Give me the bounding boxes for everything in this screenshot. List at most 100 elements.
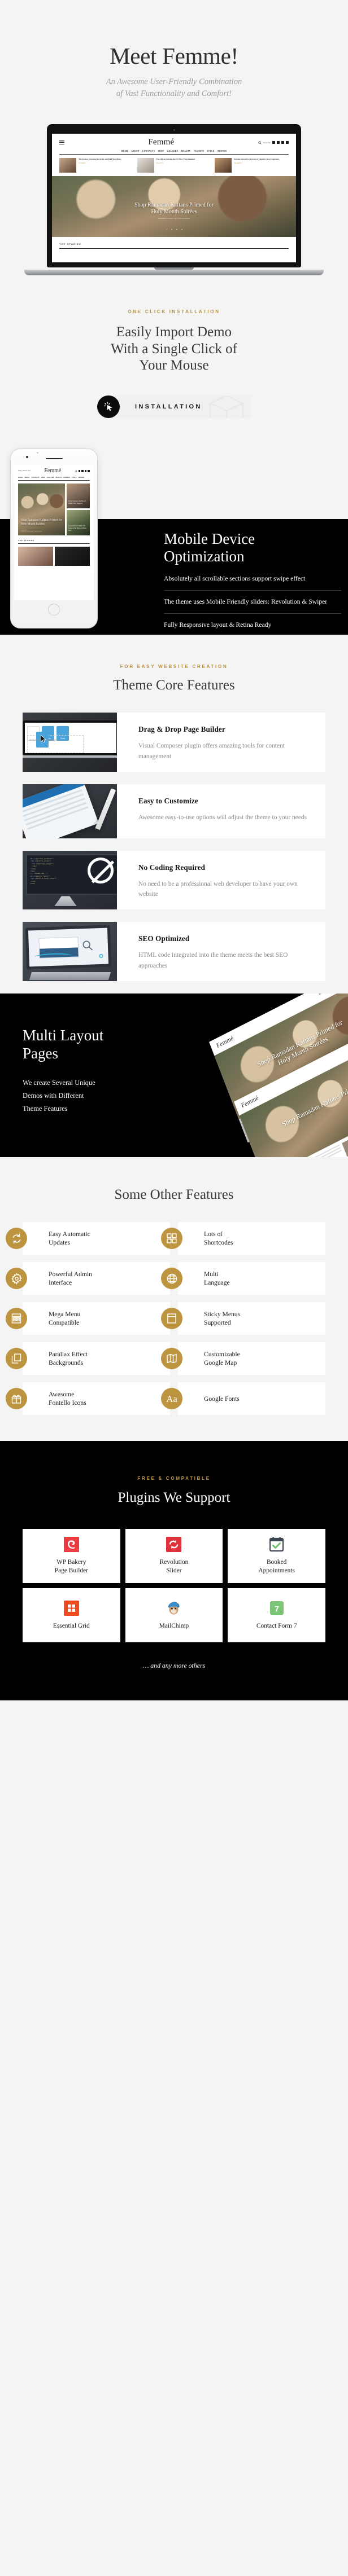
multi-layout-copy: Multi Layout Pages We create Several Uni… <box>23 1026 153 1115</box>
nav-item[interactable]: STYLE <box>207 150 215 152</box>
feature-awesome-fontello-icons[interactable]: Awesome Fontello Icons <box>6 1382 170 1416</box>
plugin-mailchimp[interactable]: MailChimp <box>125 1588 223 1642</box>
plugin-revolution-slider[interactable]: Revolution Slider <box>125 1528 223 1583</box>
phone-hero-card[interactable]: Shop Ramadan Kaftans Primed for Holy Mon… <box>18 483 65 536</box>
nav-item[interactable]: HOME <box>18 477 23 478</box>
search-icon <box>75 470 77 472</box>
plugins-eyebrow: FREE & COMPATIBLE <box>137 1476 211 1482</box>
gear-icon <box>6 1268 27 1290</box>
grid-blocks-icon <box>161 1228 182 1250</box>
slider-dot[interactable] <box>171 229 172 231</box>
installation-button[interactable]: INSTALLATION <box>97 395 251 418</box>
divider <box>59 248 289 249</box>
social-pinterest-icon[interactable] <box>88 470 90 472</box>
nav-item[interactable]: BEAUTY <box>181 150 191 152</box>
multi-text-line-3: Theme Features <box>23 1104 68 1113</box>
nav-item[interactable]: FASHION <box>63 477 70 478</box>
core-feature-text: Visual Composer plugin offers amazing to… <box>138 742 285 760</box>
social-twitter-icon[interactable] <box>277 141 280 144</box>
feature-label: Mega Menu <box>49 1310 81 1318</box>
nav-item[interactable]: BEAUTY <box>56 477 62 478</box>
installation-title-line-1: Easily Import Demo <box>116 324 232 340</box>
plugins-title: Plugins We Support <box>118 1490 230 1506</box>
phone-side-card[interactable]: Kristen Stewart is the Face of Chanel's … <box>66 483 90 509</box>
slider-dot[interactable] <box>176 229 177 231</box>
social-instagram-icon[interactable] <box>281 141 284 144</box>
mockup-featured-cards: The Anti-ox Dressing the Artist and Bold… <box>52 155 296 176</box>
side-card-title: An Anti-Pollution Mask with Botanical Sp… <box>68 525 86 531</box>
social-instagram-icon[interactable] <box>84 470 87 472</box>
social-twitter-icon[interactable] <box>81 470 84 472</box>
core-feature-card[interactable]: SEO Optimized HTML code integrated into … <box>23 922 325 981</box>
slider-dot[interactable] <box>166 229 167 231</box>
core-feature-card[interactable]: Forms Posts Drag here to add widgets Dra… <box>23 713 325 772</box>
nav-item[interactable]: STYLE <box>72 477 77 478</box>
phone-side-card[interactable]: An Anti-Pollution Mask with Botanical Sp… <box>66 510 90 536</box>
slider-meta: FASHION 2 hours ago Victoria Owen <box>158 217 190 220</box>
landing-page: Meet Femme! An Awesome User-Friendly Com… <box>0 0 348 1700</box>
featured-card[interactable]: The 101 on Nursing the 70s Way Than Summ… <box>137 158 211 173</box>
multi-layout-text: We create Several Unique Demos with Diff… <box>23 1076 153 1115</box>
phone-home-button[interactable] <box>48 604 60 616</box>
hamburger-menu-icon[interactable] <box>59 140 64 146</box>
contact-form-7-icon: 7 <box>269 1601 284 1616</box>
feature-label: Supported <box>204 1319 231 1327</box>
core-feature-card[interactable]: Easy to Customize Awesome easy-to-use op… <box>23 784 325 838</box>
plugin-wp-bakery-page-builder[interactable]: WP Bakery Page Builder <box>23 1528 120 1583</box>
imac-code-thumb: <div class="col_container"> <div class="… <box>23 850 117 910</box>
nav-item[interactable]: CONTACTS <box>31 477 39 478</box>
mega-menu-icon <box>6 1308 27 1330</box>
nav-item[interactable]: TRENDS <box>78 477 84 478</box>
hero-subtitle: An Awesome User-Friendly Combination of … <box>0 76 348 99</box>
nav-item[interactable]: GALLERY <box>47 477 54 478</box>
plugin-essential-grid[interactable]: Essential Grid <box>23 1588 120 1642</box>
card-thumbnail <box>137 158 154 173</box>
nav-item[interactable]: FASHION <box>194 150 205 152</box>
feature-easy-automatic-updates[interactable]: Easy Automatic Updates <box>6 1222 170 1255</box>
core-eyebrow: FOR EASY WEBSITE CREATION <box>120 663 228 669</box>
feature-parallax-effect-backgrounds[interactable]: Parallax Effect Backgrounds <box>6 1342 170 1375</box>
svg-text:7: 7 <box>275 1604 279 1613</box>
multi-layout-title: Multi Layout Pages <box>23 1026 153 1063</box>
nav-item[interactable]: ABOUT <box>131 150 140 152</box>
feature-label: Fontello Icons <box>49 1399 86 1407</box>
plugins-section: FREE & COMPATIBLE Plugins We Support WP … <box>0 1441 348 1700</box>
nav-item[interactable]: SHOP <box>41 477 45 478</box>
feature-sticky-menus-supported[interactable]: Sticky Menus Supported <box>161 1302 325 1335</box>
core-feature-card[interactable]: <div class="col_container"> <div class="… <box>23 850 325 910</box>
feature-lots-of-shortcodes[interactable]: Lots of Shortcodes <box>161 1222 325 1255</box>
feature-mega-menu-compatible[interactable]: Mega Menu Compatible <box>6 1302 170 1335</box>
mobile-title: Mobile Device Optimization <box>164 530 341 566</box>
feature-google-fonts[interactable]: Aa Google Fonts <box>161 1382 325 1416</box>
nav-item[interactable]: TRENDS <box>218 150 227 152</box>
mobile-feature-item: Fully Responsive layout & Retina Ready <box>164 613 341 636</box>
feature-label: Multi <box>204 1270 219 1278</box>
mockup-hero-slider[interactable]: Shop Ramadan Kaftans Primed for Holy Mon… <box>52 176 296 238</box>
nav-item[interactable]: CONTACTS <box>142 150 155 152</box>
nav-item[interactable]: GALLERY <box>167 150 179 152</box>
nav-item[interactable]: SHOP <box>158 150 164 152</box>
phone-top-stories: TOP STORIES <box>14 535 94 544</box>
installation-button-icon-circle[interactable] <box>97 395 120 418</box>
story-thumbnail[interactable] <box>18 546 53 566</box>
feature-powerful-admin-interface[interactable]: Powerful Admin Interface <box>6 1262 170 1295</box>
nav-item[interactable]: ABOUT <box>24 477 29 478</box>
plugin-booked-appointments[interactable]: Booked Appointments <box>228 1528 325 1583</box>
gift-icon <box>6 1388 27 1410</box>
story-thumbnail[interactable] <box>55 546 90 566</box>
installation-title-line-2: With a Single Click of <box>111 341 237 357</box>
nav-item[interactable]: HOME <box>121 150 129 152</box>
layers-icon <box>6 1348 27 1370</box>
social-facebook-icon[interactable] <box>272 141 275 144</box>
featured-card[interactable]: Kristen Stewart is the Face of Chanel's … <box>215 158 289 173</box>
social-pinterest-icon[interactable] <box>286 141 289 144</box>
slider-dots[interactable] <box>52 223 296 233</box>
wpbakery-icon <box>63 1537 79 1553</box>
featured-card[interactable]: The Anti-ox Dressing the Artist and Bold… <box>59 158 133 173</box>
social-facebook-icon[interactable] <box>78 470 81 472</box>
feature-customizable-google-map[interactable]: Customizable Google Map <box>161 1342 325 1375</box>
slider-dot[interactable] <box>181 229 182 231</box>
plugin-contact-form-7[interactable]: 7 Contact Form 7 <box>228 1588 325 1642</box>
subscribe-label[interactable]: Subscribe <box>263 142 271 144</box>
feature-multi-language[interactable]: Multi Language <box>161 1262 325 1295</box>
